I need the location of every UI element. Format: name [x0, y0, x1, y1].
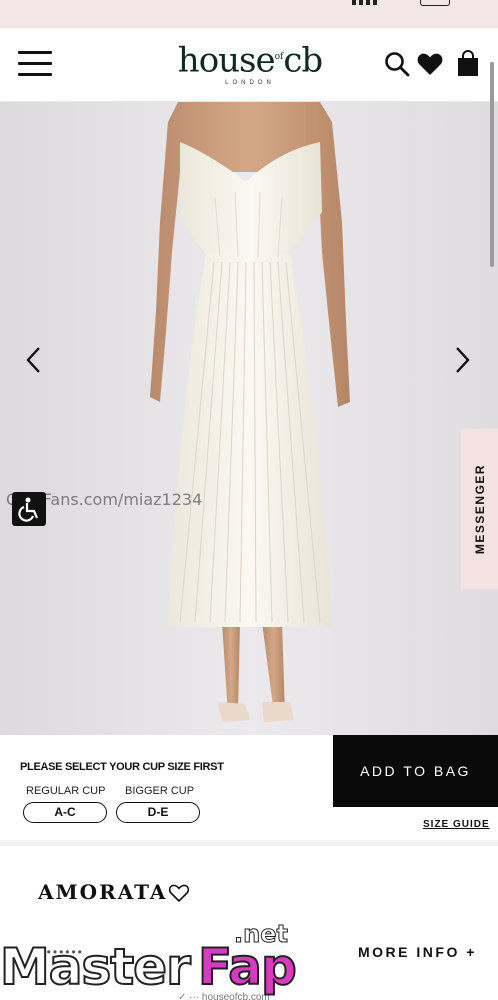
wheelchair-icon: [18, 497, 39, 522]
cup-size-a-c-button[interactable]: A-C: [23, 802, 107, 823]
product-title: AMORATA: [38, 880, 168, 904]
battery-icon: [420, 0, 450, 6]
cup-size-heading: PLEASE SELECT YOUR CUP SIZE FIRST: [20, 761, 224, 773]
bigger-cup-label: BIGGER CUP: [125, 785, 195, 797]
status-bar: [0, 0, 498, 28]
logo-wordmark: houseofcb: [177, 40, 323, 81]
add-to-wishlist-heart-icon[interactable]: [168, 882, 190, 904]
hamburger-menu-icon[interactable]: [18, 48, 52, 78]
cup-size-d-e-button[interactable]: D-E: [116, 802, 200, 823]
more-info-button[interactable]: MORE INFO +: [358, 944, 477, 960]
site-header: houseofcb LONDON: [0, 28, 498, 102]
product-image-carousel[interactable]: OnlyFans.com/miaz1234 MESSENGER: [0, 102, 498, 735]
previous-image-arrow-icon[interactable]: [22, 345, 46, 375]
logo-subtitle: LONDON: [225, 80, 275, 87]
messenger-tab[interactable]: MESSENGER: [461, 429, 498, 589]
wishlist-heart-icon[interactable]: [416, 50, 444, 78]
overlay-text-net: .net: [234, 920, 289, 949]
product-photo: [0, 102, 498, 735]
page-scrollbar[interactable]: [490, 62, 494, 267]
brand-logo[interactable]: houseofcb LONDON: [150, 38, 350, 92]
messenger-label: MESSENGER: [472, 463, 487, 555]
shopping-bag-icon[interactable]: [454, 50, 482, 78]
size-guide-link[interactable]: SIZE GUIDE: [423, 819, 490, 830]
signal-icon: [352, 0, 377, 5]
search-icon[interactable]: [383, 50, 411, 78]
cup-size-panel: PLEASE SELECT YOUR CUP SIZE FIRST REGULA…: [0, 735, 498, 840]
accessibility-button[interactable]: [12, 492, 46, 526]
overlay-watermark-logo: Master Fap .net: [0, 920, 300, 1000]
section-divider: [0, 840, 498, 846]
add-to-bag-button[interactable]: ADD TO BAG: [333, 735, 498, 807]
regular-cup-label: REGULAR CUP: [26, 785, 106, 797]
overlay-text-master: Master: [0, 937, 192, 997]
next-image-arrow-icon[interactable]: [450, 345, 474, 375]
